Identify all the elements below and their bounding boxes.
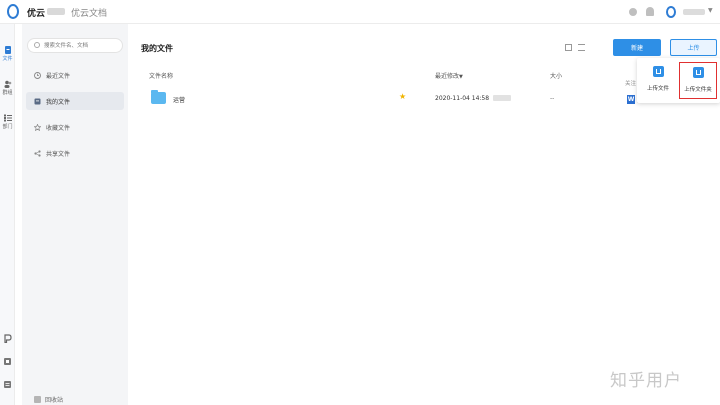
upload-file-icon <box>652 66 664 77</box>
search-icon <box>34 42 40 48</box>
rail-item-department[interactable]: 部门 <box>0 114 15 130</box>
sidebar-item-favorites[interactable]: 收藏文件 <box>26 118 124 136</box>
rail-item-label: 群组 <box>2 90 13 96</box>
product-name: 优云文档 <box>71 9 108 19</box>
rail-item-label: 文件 <box>2 56 13 62</box>
sidebar: 最近文件 我的文件 收藏文件 共享文件 回收站 <box>22 24 128 405</box>
avatar[interactable] <box>666 6 676 18</box>
sidebar-item-my-files[interactable]: 我的文件 <box>26 92 124 110</box>
rail-item-files[interactable]: 文件 <box>0 46 15 62</box>
settings-icon[interactable] <box>629 8 637 16</box>
word-doc-icon: W <box>627 95 635 104</box>
message-icon[interactable] <box>3 357 12 366</box>
chevron-down-icon[interactable]: ▼ <box>708 7 713 14</box>
trash-icon <box>34 396 41 403</box>
list-view-icon[interactable] <box>578 44 585 51</box>
column-header-modified-label: 最近修改 <box>435 73 460 80</box>
sidebar-item-label: 共享文件 <box>46 151 71 158</box>
folder-icon <box>151 90 166 104</box>
right-panel-label: 关注 <box>625 81 637 87</box>
modifier-redacted <box>493 95 511 101</box>
upload-folder-option[interactable]: 上传文件夹 <box>679 62 717 99</box>
document-icon[interactable] <box>3 380 12 389</box>
column-header-size[interactable]: 大小 <box>550 71 562 80</box>
app-rail: 文件 群组 部门 <box>0 24 15 405</box>
upload-menu: 上传文件 上传文件夹 <box>637 58 720 103</box>
search-input[interactable] <box>44 41 120 51</box>
pin-icon[interactable] <box>3 334 12 343</box>
upload-file-label: 上传文件 <box>646 86 669 92</box>
star-icon[interactable]: ★ <box>399 93 406 101</box>
grid-view-icon[interactable] <box>565 44 572 51</box>
sidebar-item-label: 最近文件 <box>46 73 71 80</box>
file-icon <box>4 46 11 54</box>
modified-time: 2020-11-04 14:58 <box>435 95 490 102</box>
column-header-modified[interactable]: 最近修改▼ <box>435 71 463 80</box>
my-files-icon <box>34 98 41 105</box>
rail-item-groups[interactable]: 群组 <box>0 80 15 96</box>
upload-folder-icon <box>692 67 704 78</box>
table-row[interactable]: 运营 ★ 2020-11-04 14:58 -- <box>141 87 611 111</box>
upload-file-option[interactable]: 上传文件 <box>639 62 677 99</box>
main-content: 我的文件 新建 上传 文件名称 最近修改▼ 大小 运营 ★ 2020-11-04… <box>128 24 720 405</box>
share-icon <box>34 150 41 157</box>
upload-folder-label: 上传文件夹 <box>684 87 712 93</box>
star-icon <box>34 124 41 131</box>
department-icon <box>3 114 12 122</box>
file-size: -- <box>550 95 555 102</box>
user-name-redacted[interactable] <box>683 9 705 15</box>
rail-item-label: 部门 <box>2 124 13 130</box>
new-button[interactable]: 新建 <box>613 39 661 56</box>
sort-desc-icon: ▼ <box>459 74 463 80</box>
brand-name: 优云 <box>27 9 46 19</box>
top-bar: 优云 优云文档 ▼ <box>0 0 720 24</box>
upload-button[interactable]: 上传 <box>670 39 717 56</box>
watermark: 知乎用户 <box>610 371 682 391</box>
clock-icon <box>34 72 41 79</box>
file-name[interactable]: 运营 <box>173 95 185 104</box>
sidebar-item-shared[interactable]: 共享文件 <box>26 144 124 162</box>
sidebar-item-label: 我的文件 <box>46 99 71 106</box>
app-logo-icon <box>7 4 19 19</box>
trash-label: 回收站 <box>45 397 64 404</box>
group-icon <box>4 80 11 88</box>
sidebar-item-label: 收藏文件 <box>46 125 71 132</box>
column-header-name[interactable]: 文件名称 <box>149 71 173 80</box>
search-box[interactable] <box>27 38 123 53</box>
sidebar-item-recent[interactable]: 最近文件 <box>26 66 124 84</box>
notification-icon[interactable] <box>646 7 654 16</box>
brand-redacted <box>47 8 65 15</box>
page-title: 我的文件 <box>141 44 173 53</box>
